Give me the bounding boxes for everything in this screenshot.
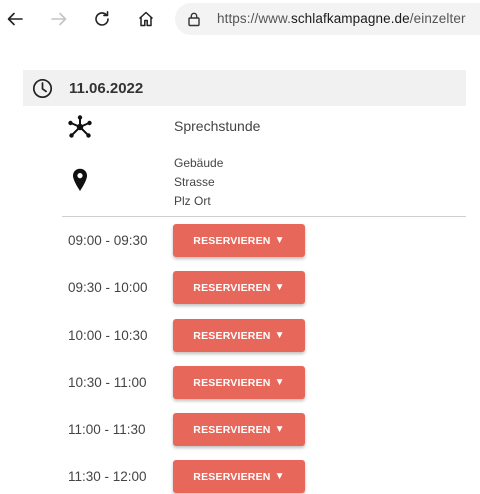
back-arrow-icon xyxy=(7,12,23,26)
dropdown-arrow-icon: ▼ xyxy=(274,471,285,482)
time-slot-row: 11:30 - 12:00 RESERVIEREN ▼ xyxy=(0,460,480,494)
reserve-button[interactable]: RESERVIEREN ▼ xyxy=(173,366,305,399)
reserve-button-label: RESERVIEREN xyxy=(193,281,271,294)
event-title: Sprechstunde xyxy=(174,118,261,134)
url-text: https://www.schlafkampagne.de/einzelter xyxy=(217,11,466,26)
address-bar[interactable]: https://www.schlafkampagne.de/einzelter xyxy=(175,3,480,35)
slot-time: 09:30 - 10:00 xyxy=(68,280,148,295)
url-path: /einzelter xyxy=(409,11,466,26)
time-slot-row: 10:00 - 10:30 RESERVIEREN ▼ xyxy=(0,319,480,353)
back-button[interactable] xyxy=(1,5,29,33)
time-slot-row: 10:30 - 11:00 RESERVIEREN ▼ xyxy=(0,366,480,400)
dropdown-arrow-icon: ▼ xyxy=(274,377,285,388)
reload-button[interactable] xyxy=(88,5,116,33)
address-street: Strasse xyxy=(174,175,215,189)
dropdown-arrow-icon: ▼ xyxy=(274,330,285,341)
time-slot-row: 09:30 - 10:00 RESERVIEREN ▼ xyxy=(0,271,480,305)
reserve-button[interactable]: RESERVIEREN ▼ xyxy=(173,460,305,493)
date-header: 11.06.2022 xyxy=(23,70,466,106)
reserve-button[interactable]: RESERVIEREN ▼ xyxy=(173,319,305,352)
url-prefix: https://www. xyxy=(217,11,291,26)
address-building: Gebäude xyxy=(174,156,224,170)
reserve-button[interactable]: RESERVIEREN ▼ xyxy=(173,271,305,304)
clock-icon xyxy=(32,78,53,99)
browser-toolbar: https://www.schlafkampagne.de/einzelter xyxy=(0,0,480,38)
address-city: Plz Ort xyxy=(174,194,211,208)
forward-button[interactable] xyxy=(45,5,73,33)
lock-icon xyxy=(188,12,200,27)
reserve-button-label: RESERVIEREN xyxy=(193,329,271,342)
reserve-button-label: RESERVIEREN xyxy=(193,234,271,247)
home-button[interactable] xyxy=(132,5,160,33)
reload-icon xyxy=(95,11,109,26)
slot-time: 11:30 - 12:00 xyxy=(68,469,147,484)
slot-time: 10:30 - 11:00 xyxy=(68,375,147,390)
slot-time: 09:00 - 09:30 xyxy=(68,233,148,248)
event-address: Gebäude Strasse Plz Ort xyxy=(174,154,223,211)
home-icon xyxy=(138,11,154,27)
forward-arrow-icon xyxy=(51,12,67,26)
slot-time: 10:00 - 10:30 xyxy=(68,328,148,343)
location-pin-icon xyxy=(73,168,87,191)
event-date: 11.06.2022 xyxy=(69,80,144,97)
reserve-button[interactable]: RESERVIEREN ▼ xyxy=(173,413,305,446)
slot-time: 11:00 - 11:30 xyxy=(68,422,146,437)
reserve-button-label: RESERVIEREN xyxy=(193,423,271,436)
url-domain: schlafkampagne.de xyxy=(290,11,410,26)
divider xyxy=(62,216,466,217)
reserve-button-label: RESERVIEREN xyxy=(193,376,271,389)
dropdown-arrow-icon: ▼ xyxy=(274,424,285,435)
dropdown-arrow-icon: ▼ xyxy=(274,282,285,293)
dropdown-arrow-icon: ▼ xyxy=(274,235,285,246)
reserve-button[interactable]: RESERVIEREN ▼ xyxy=(173,224,305,257)
time-slot-row: 11:00 - 11:30 RESERVIEREN ▼ xyxy=(0,413,480,447)
time-slot-row: 09:00 - 09:30 RESERVIEREN ▼ xyxy=(0,224,480,258)
reserve-button-label: RESERVIEREN xyxy=(193,470,271,483)
network-icon xyxy=(68,115,92,138)
